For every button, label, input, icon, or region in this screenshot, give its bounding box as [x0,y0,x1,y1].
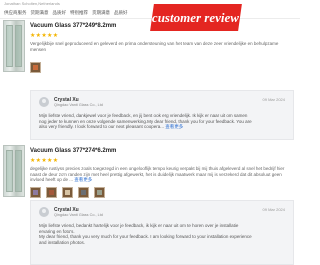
banner-text: customer review [152,9,240,25]
review-photo-thumb[interactable] [78,187,89,198]
glass-pane [6,25,13,67]
review-photo-thumb[interactable] [62,187,73,198]
reviewer-location: Jonathan Scholten,Netherlands [4,1,60,6]
star-rating: ★★★★★ [30,33,59,39]
reply-line: also very friendly. I look forward to ou… [39,124,164,130]
view-more-link[interactable]: 查看更多 [74,177,92,182]
reply-text: Mijn liefste vriend, dankjewel voor je f… [39,113,287,130]
tag: 货期满意 [92,10,110,15]
product-photo[interactable] [3,20,25,72]
replier-company: Qingdao Vanti Glass Co., Ltd [54,103,103,107]
seller-reply: Crystal Xu Qingdao Vanti Glass Co., Ltd … [30,200,294,265]
replier-company: Qingdao Vanti Glass Co., Ltd [54,213,103,217]
tag: 特别推荐 [70,10,88,15]
review-text-body: degelijke rustiyss precies zoals toegeze… [30,166,285,183]
glass-pane [15,150,22,192]
customer-review-banner: customer review [150,4,242,31]
product-photo[interactable] [3,145,25,197]
view-more-link[interactable]: 查看更多 [165,124,183,129]
product-title[interactable]: Vacuum Glass 377*274*6.2mm [30,148,116,154]
product-title[interactable]: Vacuum Glass 377*249*8.2mm [30,23,116,29]
review-photo-thumb[interactable] [94,187,105,198]
header-divider [0,18,300,19]
review-text: Vergelijkbije snel geproduceerd en gelev… [30,41,279,52]
seller-reply: Crystal Xu Qingdao Vanti Glass Co., Ltd … [30,90,294,140]
review-photos [30,62,41,73]
glass-pane [6,150,13,192]
reply-date: 09 Mar 2024 [262,207,285,212]
tag: 品质好 [114,10,128,15]
review-photos [30,187,105,198]
reply-line: and installation photos. [39,239,86,245]
tag: 品质好 [52,10,67,15]
tag: 货期满意 [30,10,49,15]
review-photo-thumb[interactable] [30,187,41,198]
reply-text: Mijn liefste vriend, bedankt hartelijk v… [39,223,287,245]
review-tags: 供应商服务 货期满意 品质好 特别推荐 货期满意 品质好 [4,10,128,16]
review-photo-thumb[interactable] [46,187,57,198]
review-text: degelijke rustiyss precies zoals toegeze… [30,166,292,183]
avatar [39,207,49,217]
reply-line: My dear friend, thank you very much for … [39,234,252,240]
avatar [39,97,49,107]
glass-pane [15,25,22,67]
reply-date: 09 Mar 2024 [262,97,285,102]
star-rating: ★★★★★ [30,158,59,164]
tag: 供应商服务 [4,10,27,15]
review-photo-thumb[interactable] [30,62,41,73]
